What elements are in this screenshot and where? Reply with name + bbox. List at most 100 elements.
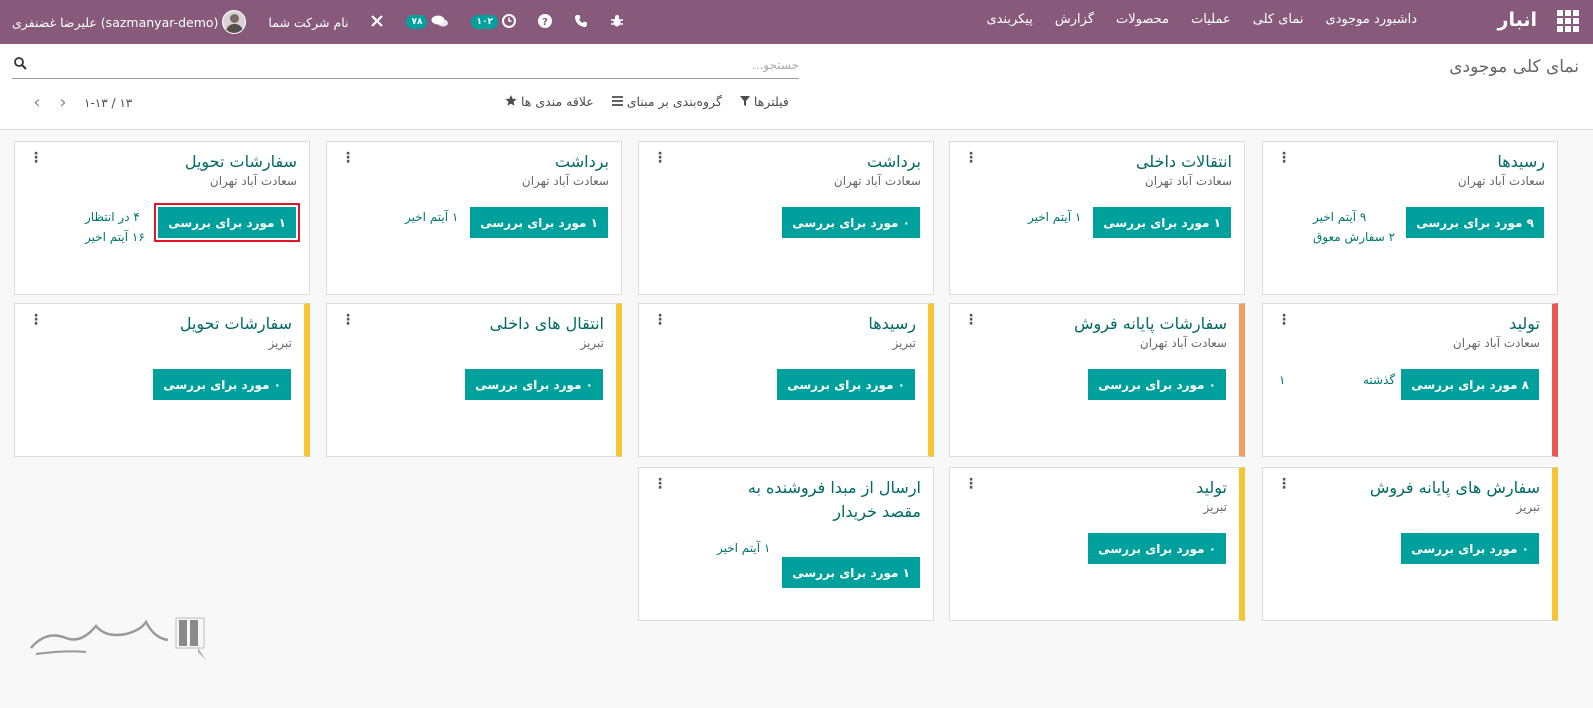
menu-inventory-dashboard[interactable]: داشبورد موجودی [1325,12,1417,27]
search-icon[interactable] [14,57,27,74]
card-menu-icon[interactable]: ⋮ [653,476,667,492]
pager-previous-icon[interactable]: ‹ [24,92,50,113]
control-panel: نمای کلی موجودی فیلترها گروه‌بندی بر مبن… [0,44,1593,130]
to-process-button[interactable]: ۱ مورد برای بررسی [154,203,300,242]
card-title[interactable]: سفارشات پایانه فروش [1074,312,1227,336]
late-items-link[interactable]: ۹ آیتم اخیر [1313,207,1395,227]
app-brand[interactable]: انبار [1498,9,1537,31]
voip-button[interactable] [574,14,588,31]
messages-button[interactable]: ۷۸ [406,14,449,31]
card-menu-icon[interactable]: ⋮ [964,476,978,492]
menu-products[interactable]: محصولات [1116,12,1169,27]
kanban-card[interactable]: سفارشات پایانه فروش سعادت آباد تهران ⋮ ۰… [949,303,1245,457]
to-process-button[interactable]: ۰ مورد برای بررسی [782,207,920,238]
late-items-link[interactable]: ۱ آیتم اخیر [405,207,458,227]
card-title[interactable]: رسیدها [1497,150,1545,174]
kanban-card[interactable]: انتقالات داخلی سعادت آباد تهران ⋮ ۱ مورد… [949,141,1245,295]
card-menu-icon[interactable]: ⋮ [1277,150,1291,166]
kanban-card[interactable]: انتقال های داخلی تبریز ⋮ ۰ مورد برای برر… [326,303,622,457]
menu-operations[interactable]: عملیات [1191,12,1231,27]
group-by-dropdown[interactable]: گروه‌بندی بر مبنای [611,94,722,109]
card-menu-icon[interactable]: ⋮ [29,312,43,328]
card-title[interactable]: تولید [1509,312,1540,336]
to-process-button[interactable]: ۸ مورد برای بررسی [1401,369,1539,400]
user-menu[interactable]: علیرضا غضنفری (sazmanyar-demo) [12,10,247,34]
late-items-link[interactable]: ۱ آیتم اخیر [1028,207,1081,227]
card-stats: ۱ آیتم اخیر [1028,207,1081,227]
apps-menu-icon[interactable] [1557,10,1579,32]
card-menu-icon[interactable]: ⋮ [341,312,355,328]
debug-tools-button[interactable] [370,14,384,31]
help-button[interactable]: ? [537,13,552,31]
card-warehouse: سعادت آباد تهران [209,174,297,188]
card-menu-icon[interactable]: ⋮ [964,312,978,328]
card-stats: ۱ آیتم اخیر [717,538,770,558]
card-menu-icon[interactable]: ⋮ [1277,476,1291,492]
card-title[interactable]: برداشت [555,150,609,174]
to-process-button[interactable]: ۱ مورد برای بررسی [470,207,608,238]
messages-badge: ۷۸ [406,15,428,29]
menu-overview[interactable]: نمای کلی [1253,12,1304,27]
tools-icon [370,14,384,31]
late-count[interactable]: ۱ [1279,370,1285,390]
card-menu-icon[interactable]: ⋮ [653,150,667,166]
card-menu-icon[interactable]: ⋮ [964,150,978,166]
to-process-button[interactable]: ۹ مورد برای بررسی [1406,207,1544,238]
to-process-button[interactable]: ۰ مورد برای بررسی [153,369,291,400]
kanban-card[interactable]: برداشت سعادت آباد تهران ⋮ ۱ مورد برای بر… [326,141,622,295]
pager-value[interactable]: ۱-۱۳ / ۱۳ [84,96,132,110]
late-items-link[interactable]: ۱ آیتم اخیر [717,538,770,558]
card-menu-icon[interactable]: ⋮ [29,150,43,166]
card-title[interactable]: سفارش های پایانه فروش [1370,476,1540,500]
card-title[interactable]: سفارشات تحویل [185,150,297,174]
favorites-label: علاقه مندی ها [520,94,594,109]
kanban-card[interactable]: سفارشات تحویل تبریز ⋮ ۰ مورد برای بررسی [14,303,310,457]
card-title[interactable]: برداشت [867,150,921,174]
card-warehouse: سعادت آباد تهران [1457,174,1545,188]
phone-icon [574,14,588,31]
late-items-link[interactable]: ۱۶ آیتم اخیر [85,227,145,247]
pager-next-icon[interactable]: › [50,92,76,113]
card-title[interactable]: انتقالات داخلی [1136,150,1232,174]
card-stats: ۹ آیتم اخیر ۲ سفارش معوق [1313,207,1395,247]
star-icon [505,95,517,106]
to-process-button[interactable]: ۰ مورد برای بررسی [777,369,915,400]
to-process-button[interactable]: ۱ مورد برای بررسی [1093,207,1231,238]
menu-configuration[interactable]: پیکربندی [986,12,1032,27]
to-process-button[interactable]: ۱ مورد برای بررسی [782,557,920,588]
card-title[interactable]: تولید [1196,476,1227,500]
to-process-button[interactable]: ۰ مورد برای بررسی [1088,533,1226,564]
menu-reporting[interactable]: گزارش [1055,12,1094,27]
kanban-card[interactable]: تولید تبریز ⋮ ۰ مورد برای بررسی [949,467,1245,621]
card-title[interactable]: انتقال های داخلی [490,312,604,336]
card-title[interactable]: سفارشات تحویل [180,312,292,336]
kanban-card[interactable]: ارسال از مبدا فروشنده به مقصد خریدار ⋮ ۱… [638,467,934,621]
waiting-link[interactable]: ۴ در انتظار [85,207,145,227]
group-by-label: گروه‌بندی بر مبنای [626,94,722,109]
card-menu-icon[interactable]: ⋮ [653,312,667,328]
kanban-card[interactable]: تولید سعادت آباد تهران ⋮ ۸ مورد برای برر… [1262,303,1558,457]
favorites-dropdown[interactable]: علاقه مندی ها [505,94,594,109]
backorders-link[interactable]: ۲ سفارش معوق [1313,227,1395,247]
to-process-button[interactable]: ۰ مورد برای بررسی [1088,369,1226,400]
late-label: گذشته [1363,373,1396,387]
company-switcher[interactable]: نام شرکت شما [268,15,348,30]
activities-button[interactable]: ۱۰۲ [471,13,516,31]
card-menu-icon[interactable]: ⋮ [341,150,355,166]
kanban-card[interactable]: سفارشات تحویل سعادت آباد تهران ⋮ ۱ مورد … [14,141,310,295]
to-process-button[interactable]: ۰ مورد برای بررسی [1401,533,1539,564]
systray: علیرضا غضنفری (sazmanyar-demo) نام شرکت … [12,7,624,37]
debug-button[interactable] [610,14,624,31]
card-title[interactable]: ارسال از مبدا فروشنده به مقصد خریدار [711,476,921,524]
kanban-card[interactable]: سفارش های پایانه فروش تبریز ⋮ ۰ مورد برا… [1262,467,1558,621]
filters-dropdown[interactable]: فیلترها [739,94,789,109]
kanban-card[interactable]: رسیدها تبریز ⋮ ۰ مورد برای بررسی [638,303,934,457]
kanban-card[interactable]: برداشت سعادت آباد تهران ⋮ ۰ مورد برای بر… [638,141,934,295]
to-process-button[interactable]: ۰ مورد برای بررسی [465,369,603,400]
card-title[interactable]: رسیدها [868,312,916,336]
kanban-card[interactable]: رسیدها سعادت آباد تهران ⋮ ۹ مورد برای بر… [1262,141,1558,295]
search-options: فیلترها گروه‌بندی بر مبنای علاقه مندی ها [505,94,789,109]
help-icon: ? [537,13,552,31]
search-input[interactable] [59,55,799,75]
card-menu-icon[interactable]: ⋮ [1277,312,1291,328]
